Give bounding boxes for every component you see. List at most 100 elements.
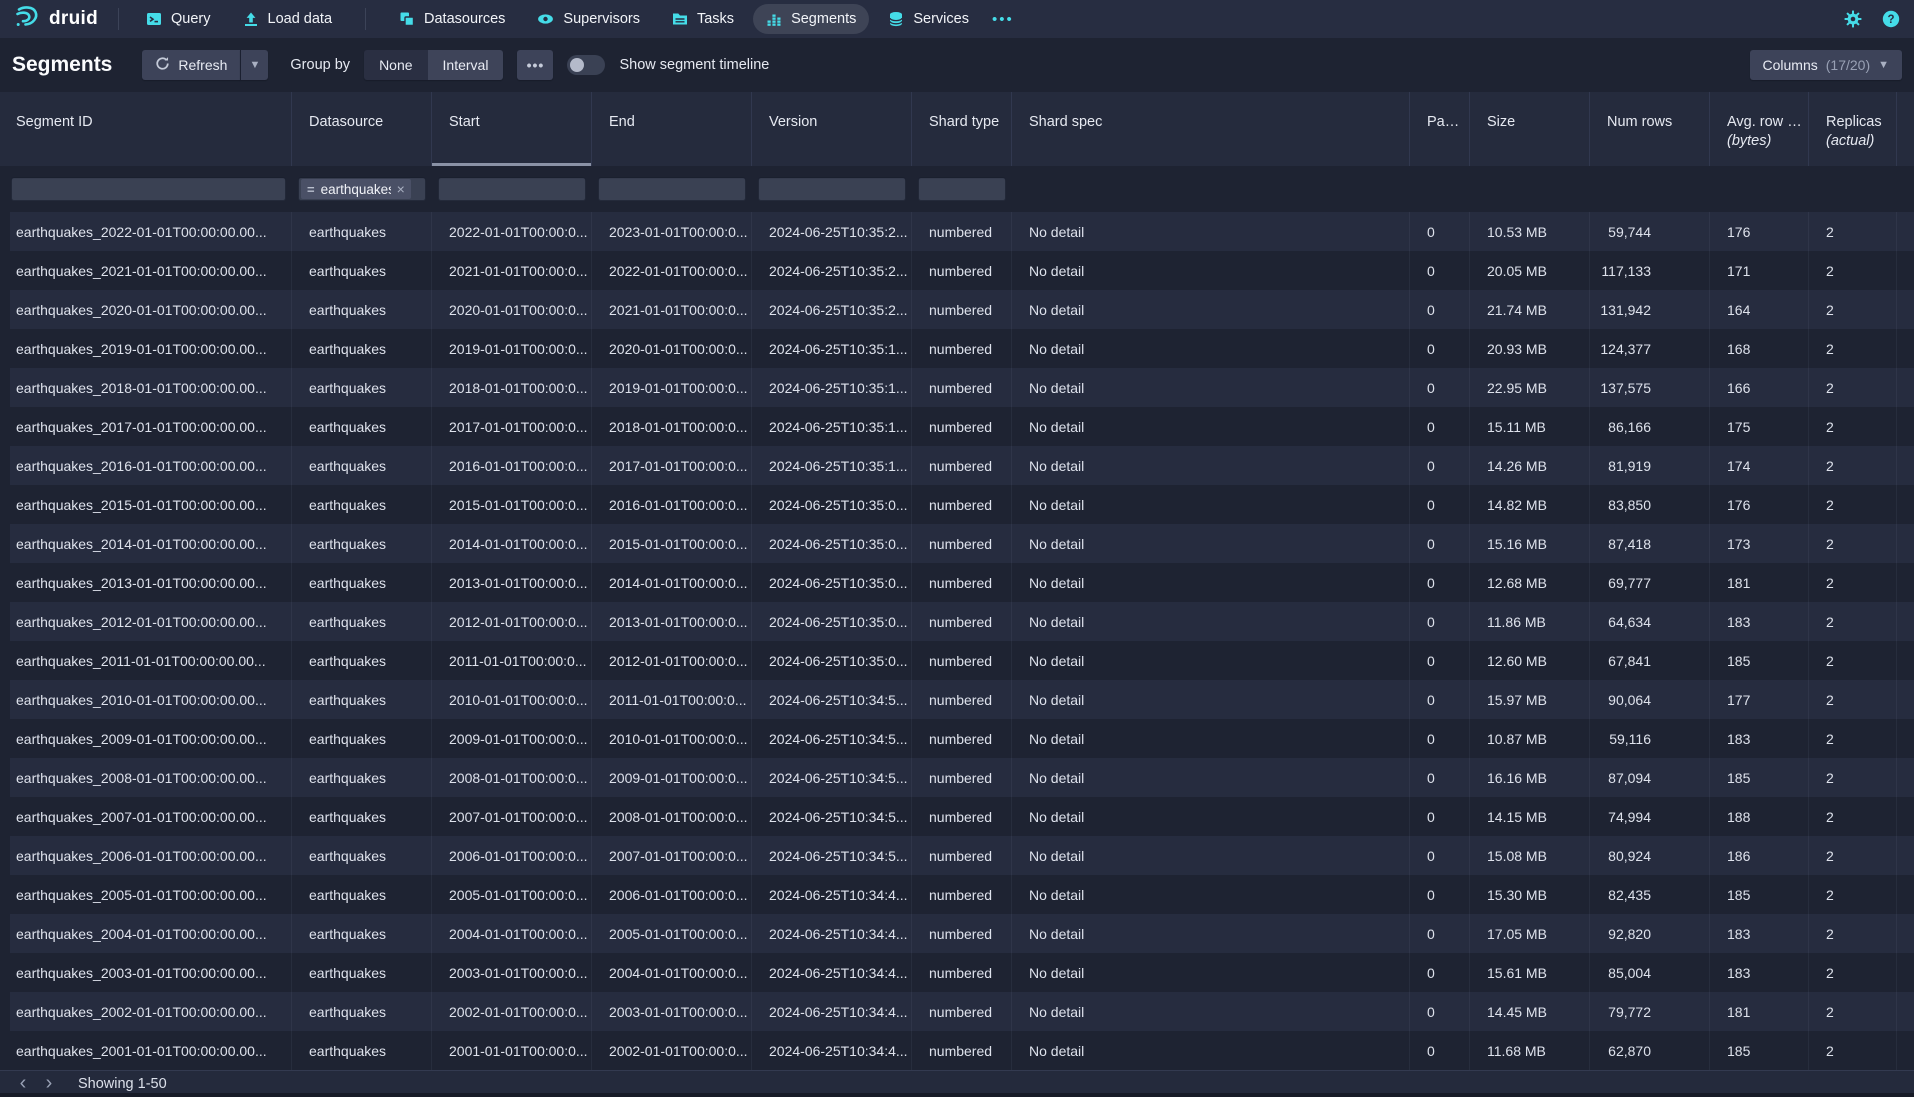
table-row[interactable]: earthquakes_2008-01-01T00:00:00.00...ear…	[0, 758, 1914, 797]
filter-input-start[interactable]	[438, 177, 586, 201]
cell-segment_id: earthquakes_2015-01-01T00:00:00.00...	[0, 485, 292, 524]
cell-num_rows: 137,575	[1590, 368, 1710, 407]
cell-partition: 0	[1410, 602, 1470, 641]
column-header-partition[interactable]: Partition	[1410, 92, 1470, 166]
column-header-end[interactable]: End	[592, 92, 752, 166]
load-data-icon	[243, 11, 259, 27]
group-by-option-interval[interactable]: Interval	[428, 50, 504, 80]
cell-version: 2024-06-25T10:35:0...	[752, 524, 912, 563]
table-row[interactable]: earthquakes_2011-01-01T00:00:00.00...ear…	[0, 641, 1914, 680]
chevron-right-icon: ›	[46, 1073, 53, 1093]
table-row[interactable]: earthquakes_2002-01-01T00:00:00.00...ear…	[0, 992, 1914, 1031]
refresh-options-button[interactable]: ▼	[240, 50, 268, 80]
columns-button[interactable]: Columns (17/20) ▼	[1750, 50, 1903, 80]
filter-input-shard_type[interactable]	[918, 177, 1006, 201]
cell-segment_id: earthquakes_2006-01-01T00:00:00.00...	[0, 836, 292, 875]
cell-partition: 0	[1410, 368, 1470, 407]
nav-tab-services[interactable]: Services	[875, 4, 982, 34]
refresh-button[interactable]: Refresh	[142, 50, 240, 80]
cell-start: 2010-01-01T00:00:0...	[432, 680, 592, 719]
table-row[interactable]: earthquakes_2001-01-01T00:00:00.00...ear…	[0, 1031, 1914, 1070]
cell-replication_factor: 2	[1897, 251, 1914, 290]
table-row[interactable]: earthquakes_2007-01-01T00:00:00.00...ear…	[0, 797, 1914, 836]
table-row[interactable]: earthquakes_2013-01-01T00:00:00.00...ear…	[0, 563, 1914, 602]
table-row[interactable]: earthquakes_2012-01-01T00:00:00.00...ear…	[0, 602, 1914, 641]
cell-avg_row_size: 183	[1710, 953, 1809, 992]
cell-end: 2012-01-01T00:00:0...	[592, 641, 752, 680]
table-row[interactable]: earthquakes_2003-01-01T00:00:00.00...ear…	[0, 953, 1914, 992]
table-row[interactable]: earthquakes_2019-01-01T00:00:00.00...ear…	[0, 329, 1914, 368]
table-row[interactable]: earthquakes_2014-01-01T00:00:00.00...ear…	[0, 524, 1914, 563]
cell-replicas: 2	[1809, 524, 1897, 563]
column-header-label: Num rows	[1607, 114, 1672, 130]
cell-num_rows: 83,850	[1590, 485, 1710, 524]
cell-replicas: 2	[1809, 1031, 1897, 1070]
cell-datasource: earthquakes	[292, 719, 432, 758]
table-row[interactable]: earthquakes_2015-01-01T00:00:00.00...ear…	[0, 485, 1914, 524]
cell-size: 20.93 MB	[1470, 329, 1590, 368]
column-header-num_rows[interactable]: Num rows	[1590, 92, 1710, 166]
filter-tag-datasource[interactable]: =earthquakes×	[301, 179, 411, 199]
cell-size: 15.11 MB	[1470, 407, 1590, 446]
table-row[interactable]: earthquakes_2016-01-01T00:00:00.00...ear…	[0, 446, 1914, 485]
previous-page-button[interactable]: ‹	[10, 1073, 36, 1095]
filter-input-datasource[interactable]: =earthquakes×	[298, 177, 426, 201]
table-row[interactable]: earthquakes_2005-01-01T00:00:00.00...ear…	[0, 875, 1914, 914]
nav-tab-datasources[interactable]: Datasources	[386, 4, 518, 34]
filter-input-end[interactable]	[598, 177, 746, 201]
brand[interactable]: druid	[14, 5, 98, 34]
segment-timeline-toggle[interactable]	[567, 55, 605, 75]
column-header-segment_id[interactable]: Segment ID	[0, 92, 292, 166]
table-row[interactable]: earthquakes_2006-01-01T00:00:00.00...ear…	[0, 836, 1914, 875]
nav-tab-segments[interactable]: Segments	[753, 4, 869, 34]
table-row[interactable]: earthquakes_2017-01-01T00:00:00.00...ear…	[0, 407, 1914, 446]
column-header-shard_type[interactable]: Shard type	[912, 92, 1012, 166]
column-header-avg_row_size[interactable]: Avg. row size(bytes)	[1710, 92, 1809, 166]
cell-num_rows: 131,942	[1590, 290, 1710, 329]
nav-more-button[interactable]: •••	[982, 11, 1024, 28]
cell-size: 20.05 MB	[1470, 251, 1590, 290]
nav-tab-supervisors[interactable]: Supervisors	[524, 4, 653, 34]
cell-shard_spec: No detail	[1012, 836, 1410, 875]
gear-icon[interactable]	[1844, 10, 1862, 28]
table-row[interactable]: earthquakes_2010-01-01T00:00:00.00...ear…	[0, 680, 1914, 719]
cell-start: 2007-01-01T00:00:0...	[432, 797, 592, 836]
filter-input-version[interactable]	[758, 177, 906, 201]
cell-shard_type: numbered	[912, 797, 1012, 836]
cell-shard_type: numbered	[912, 329, 1012, 368]
column-header-shard_spec[interactable]: Shard spec	[1012, 92, 1410, 166]
nav-tab-load-data[interactable]: Load data	[230, 4, 346, 34]
nav-tab-tasks[interactable]: Tasks	[659, 4, 747, 34]
column-header-start[interactable]: Start	[432, 92, 592, 166]
help-icon[interactable]: ?	[1882, 10, 1900, 28]
cell-shard_spec: No detail	[1012, 1031, 1410, 1070]
toolbar-more-button[interactable]: •••	[517, 50, 553, 80]
cell-end: 2016-01-01T00:00:0...	[592, 485, 752, 524]
column-header-size[interactable]: Size	[1470, 92, 1590, 166]
segment-timeline-toggle-label: Show segment timeline	[619, 57, 769, 73]
next-page-button[interactable]: ›	[36, 1073, 62, 1095]
cell-avg_row_size: 185	[1710, 1031, 1809, 1070]
cell-start: 2005-01-01T00:00:0...	[432, 875, 592, 914]
table-row[interactable]: earthquakes_2009-01-01T00:00:00.00...ear…	[0, 719, 1914, 758]
remove-filter-icon[interactable]: ×	[397, 181, 405, 197]
table-row[interactable]: earthquakes_2004-01-01T00:00:00.00...ear…	[0, 914, 1914, 953]
cell-replicas: 2	[1809, 602, 1897, 641]
group-by-option-none[interactable]: None	[364, 50, 427, 80]
table-row[interactable]: earthquakes_2020-01-01T00:00:00.00...ear…	[0, 290, 1914, 329]
column-header-datasource[interactable]: Datasource	[292, 92, 432, 166]
nav-tab-query[interactable]: Query	[133, 4, 224, 34]
table-row[interactable]: earthquakes_2021-01-01T00:00:00.00...ear…	[0, 251, 1914, 290]
horizontal-scrollbar[interactable]	[0, 1093, 1914, 1097]
table-row[interactable]: earthquakes_2018-01-01T00:00:00.00...ear…	[0, 368, 1914, 407]
filter-input-segment_id[interactable]	[11, 177, 286, 201]
cell-start: 2022-01-01T00:00:0...	[432, 212, 592, 251]
cell-partition: 0	[1410, 524, 1470, 563]
column-header-version[interactable]: Version	[752, 92, 912, 166]
nav-right-actions: ?	[1844, 10, 1900, 28]
column-header-replicas[interactable]: Replicas(actual)	[1809, 92, 1897, 166]
cell-replication_factor: 2	[1897, 446, 1914, 485]
cell-size: 14.82 MB	[1470, 485, 1590, 524]
table-row[interactable]: earthquakes_2022-01-01T00:00:00.00...ear…	[0, 212, 1914, 251]
column-header-replication_factor[interactable]: Replication factor(configured)	[1897, 92, 1914, 166]
